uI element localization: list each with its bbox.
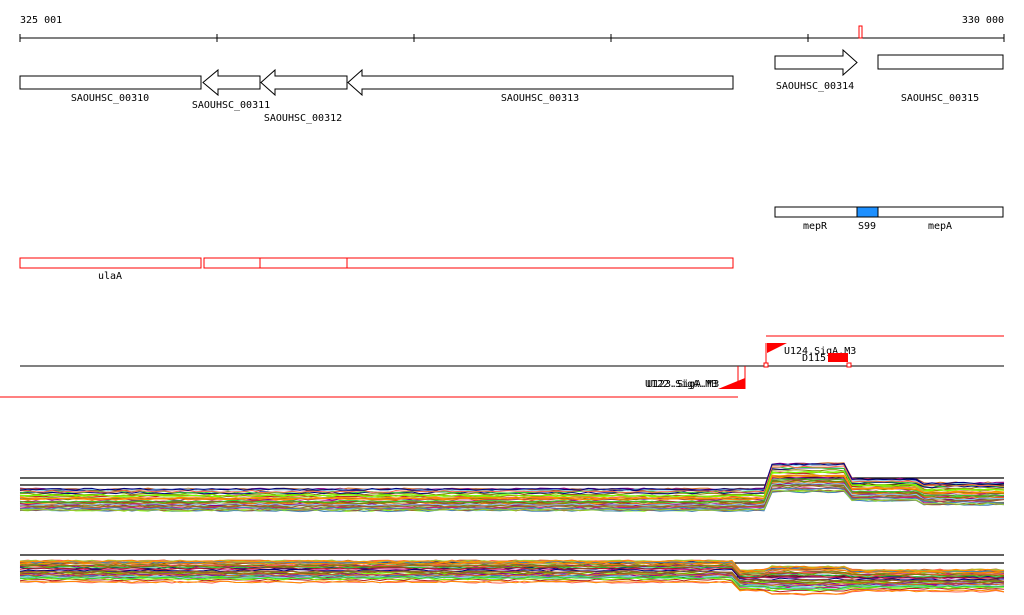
promoter-label: D115 bbox=[802, 353, 826, 364]
gene-track: SAOUHSC_00310 SAOUHSC_00311 SAOUHSC_0031… bbox=[19, 48, 1004, 124]
feature-label: mepA bbox=[928, 221, 952, 232]
promoter-U122-U123[interactable]: U122.SigA.M3 U123.SigA.M3 bbox=[645, 366, 746, 390]
feature-mepR[interactable] bbox=[774, 206, 858, 218]
expression-panel-plus bbox=[19, 462, 1005, 513]
gene-label: SAOUHSC_00315 bbox=[901, 93, 979, 104]
gene-label: SAOUHSC_00312 bbox=[264, 113, 342, 124]
position-marker[interactable] bbox=[858, 25, 863, 39]
gene-SAOUHSC_00315[interactable]: SAOUHSC_00315 bbox=[877, 54, 1004, 104]
gene-label: SAOUHSC_00310 bbox=[71, 93, 149, 104]
operon-segment[interactable] bbox=[346, 257, 734, 269]
operon-segment[interactable] bbox=[203, 257, 261, 269]
gene-label: SAOUHSC_00313 bbox=[501, 93, 579, 104]
genome-browser-view: 325 001 330 000 SAOUHSC_00310 SAOUHSC_00… bbox=[0, 15, 1005, 596]
gene-SAOUHSC_00314[interactable]: SAOUHSC_00314 bbox=[774, 48, 858, 92]
gene-SAOUHSC_00313[interactable]: SAOUHSC_00313 bbox=[347, 68, 734, 104]
gene-SAOUHSC_00311[interactable]: SAOUHSC_00311 bbox=[192, 68, 270, 111]
gene-label: SAOUHSC_00311 bbox=[192, 100, 270, 111]
operon-label: ulaA bbox=[98, 271, 122, 282]
expression-panel-minus bbox=[19, 554, 1005, 596]
operon-segment[interactable] bbox=[19, 257, 202, 269]
ruler-end-label: 330 000 bbox=[962, 15, 1004, 26]
promoter-track: U124.SigA.M3 D115 U122.SigA.M3 U123.SigA… bbox=[0, 335, 1004, 398]
gene-SAOUHSC_00312[interactable]: SAOUHSC_00312 bbox=[260, 68, 348, 124]
operon-track: ulaA bbox=[19, 257, 734, 282]
promoter-label: U123.SigA.M3 bbox=[647, 379, 719, 390]
feature-S99[interactable] bbox=[856, 206, 879, 218]
coordinate-ruler: 325 001 330 000 bbox=[19, 15, 1005, 42]
feature-label: S99 bbox=[858, 221, 876, 232]
operon-segment[interactable] bbox=[259, 257, 348, 269]
gene-SAOUHSC_00310[interactable]: SAOUHSC_00310 bbox=[19, 75, 202, 104]
ruler-start-label: 325 001 bbox=[20, 15, 62, 26]
feature-label: mepR bbox=[803, 221, 828, 232]
gene-label: SAOUHSC_00314 bbox=[776, 81, 854, 92]
annotation-track: mepR S99 mepA bbox=[774, 206, 1004, 232]
feature-mepA[interactable] bbox=[877, 206, 1004, 218]
